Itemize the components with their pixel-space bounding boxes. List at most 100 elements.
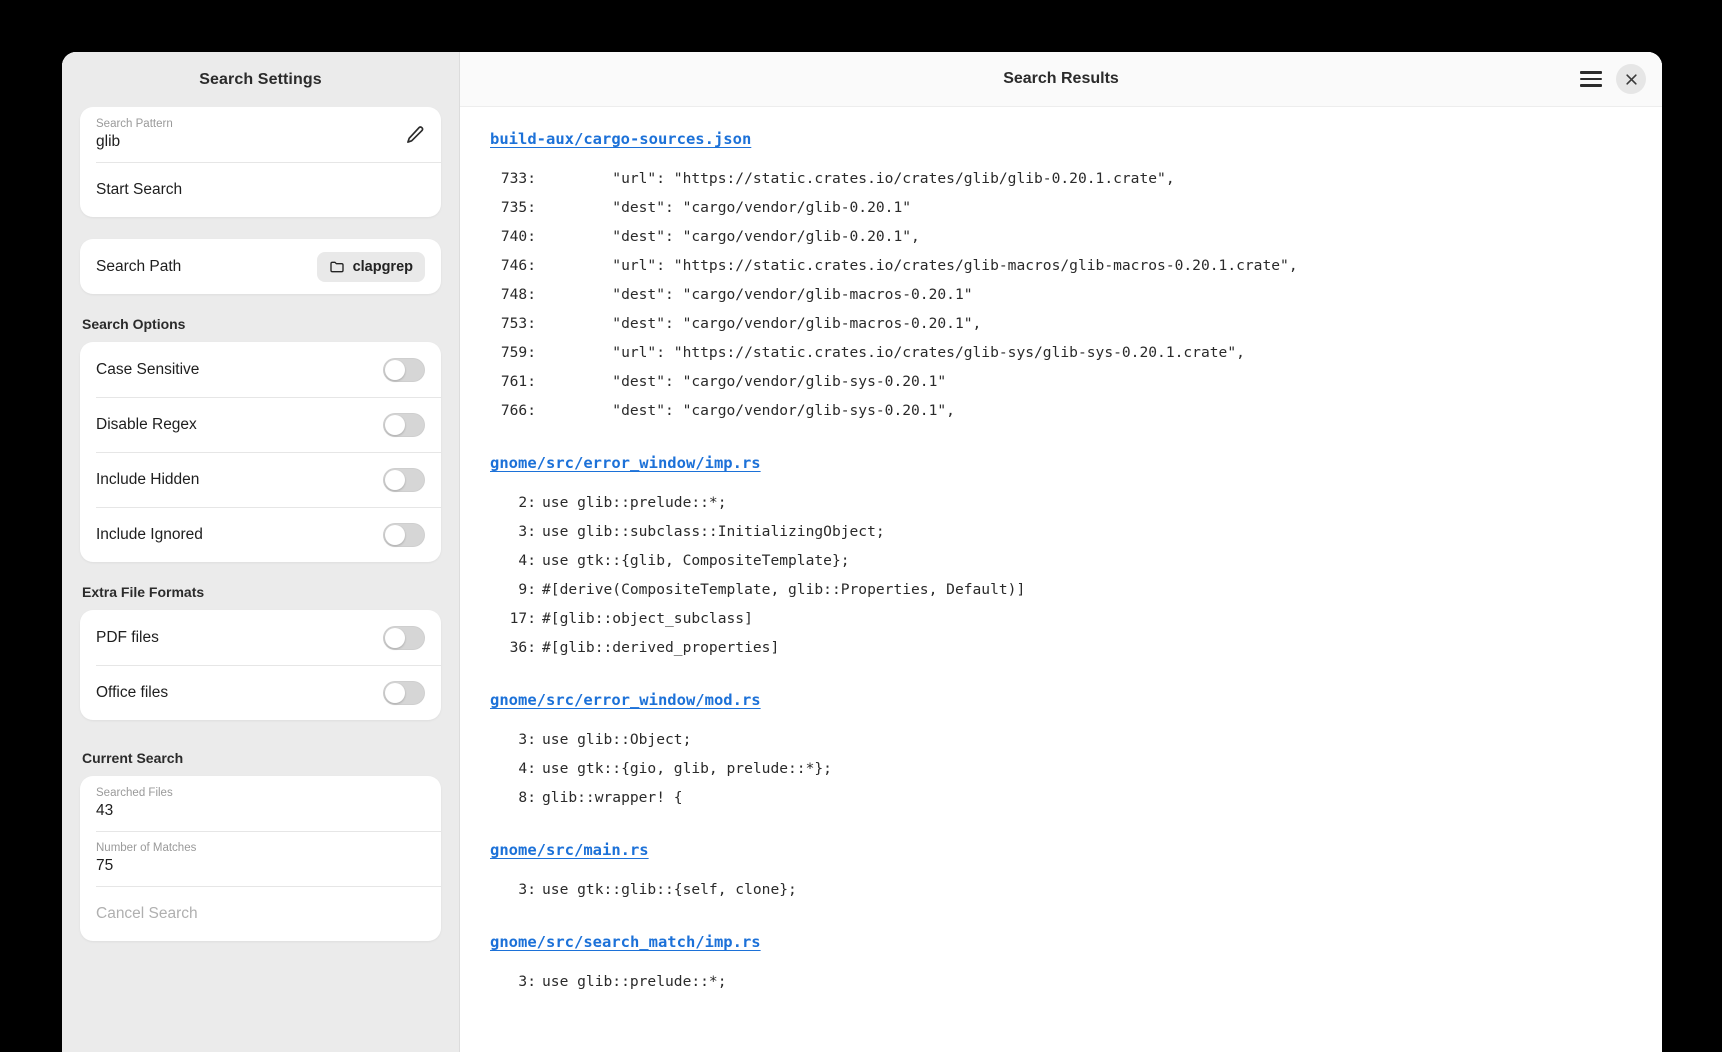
match-line[interactable]: 17: #[glib::object_subclass] (460, 604, 1662, 633)
option-pdf-files[interactable]: PDF files (80, 610, 441, 665)
line-text: use gtk::{glib, CompositeTemplate}; (542, 552, 850, 569)
search-pattern-field[interactable]: Search Pattern glib (96, 117, 405, 152)
hamburger-bar (1580, 77, 1602, 81)
option-include-hidden[interactable]: Include Hidden (80, 452, 441, 507)
match-line[interactable]: 3: use gtk::glib::{self, clone}; (460, 875, 1662, 904)
searched-files-field: Searched Files 43 (96, 786, 425, 821)
option-label: PDF files (96, 628, 159, 646)
line-number: 3: (518, 523, 536, 540)
match-list: 3: use gtk::glib::{self, clone}; (460, 875, 1662, 904)
match-line[interactable]: 753: "dest": "cargo/vendor/glib-macros-0… (460, 309, 1662, 338)
match-line[interactable]: 748: "dest": "cargo/vendor/glib-macros-0… (460, 280, 1662, 309)
disable-regex-toggle[interactable] (383, 412, 425, 437)
match-line[interactable]: 746: "url": "https://static.crates.io/cr… (460, 251, 1662, 280)
toggle-knob (385, 359, 405, 380)
file-path-link[interactable]: gnome/src/search_match/imp.rs (490, 933, 761, 951)
option-include-ignored[interactable]: Include Ignored (80, 507, 441, 562)
match-line[interactable]: 4: use gtk::{glib, CompositeTemplate}; (460, 546, 1662, 575)
line-text: "url": "https://static.crates.io/crates/… (542, 170, 1175, 187)
file-result-group: gnome/src/error_window/mod.rs 3: use glib:… (460, 690, 1662, 812)
file-path-link[interactable]: gnome/src/main.rs (490, 841, 649, 859)
file-result-group: gnome/src/error_window/imp.rs 2: use glib:… (460, 453, 1662, 662)
include-hidden-toggle[interactable] (383, 467, 425, 492)
match-line[interactable]: 761: "dest": "cargo/vendor/glib-sys-0.20… (460, 367, 1662, 396)
cancel-search-label: Cancel Search (96, 904, 198, 922)
search-options-title: Search Options (82, 316, 186, 332)
search-path-label: Search Path (96, 257, 182, 275)
toggle-knob (385, 469, 405, 490)
line-text: use glib::prelude::*; (542, 973, 727, 990)
match-line[interactable]: 3: use glib::subclass::InitializingObject… (460, 517, 1662, 546)
option-disable-regex[interactable]: Disable Regex (80, 397, 441, 452)
match-list: 733: "url": "https://static.crates.io/cr… (460, 164, 1662, 425)
case-sensitive-toggle[interactable] (383, 357, 425, 382)
line-text: use glib::Object; (542, 731, 692, 748)
pdf-files-toggle[interactable] (383, 625, 425, 650)
match-line[interactable]: 733: "url": "https://static.crates.io/cr… (460, 164, 1662, 193)
file-result-group: build-aux/cargo-sources.json 733: "url": … (460, 129, 1662, 425)
number-of-matches-value: 75 (96, 857, 114, 874)
match-line[interactable]: 4: use gtk::{gio, glib, prelude::*}; (460, 754, 1662, 783)
number-of-matches-label: Number of Matches (96, 842, 197, 854)
option-label: Case Sensitive (96, 360, 200, 378)
search-pattern-row[interactable]: Search Pattern glib (80, 107, 441, 162)
line-number: 3: (518, 731, 536, 748)
option-case-sensitive[interactable]: Case Sensitive (80, 342, 441, 397)
match-line[interactable]: 9: #[derive(CompositeTemplate, glib::Prop… (460, 575, 1662, 604)
match-line[interactable]: 735: "dest": "cargo/vendor/glib-0.20.1" (460, 193, 1662, 222)
match-list: 3: use glib::prelude::*; (460, 967, 1662, 996)
line-text: #[glib::object_subclass] (542, 610, 753, 627)
file-path-link[interactable]: gnome/src/error_window/imp.rs (490, 454, 761, 472)
line-number: 761: (500, 373, 536, 390)
content-header: Search Results (460, 52, 1662, 107)
line-text: glib::wrapper! { (542, 789, 683, 806)
line-number: 735: (500, 199, 536, 216)
file-path-link[interactable]: gnome/src/error_window/mod.rs (490, 691, 761, 709)
toggle-knob (385, 414, 405, 435)
match-line[interactable]: 3: use glib::Object; (460, 725, 1662, 754)
application-window: Search Settings Search Pattern glib Star… (62, 52, 1662, 1052)
cancel-search-button[interactable]: Cancel Search (80, 886, 441, 941)
match-line[interactable]: 740: "dest": "cargo/vendor/glib-0.20.1", (460, 222, 1662, 251)
line-number: 4: (518, 552, 536, 569)
extra-file-formats-card: PDF files Office files (80, 610, 441, 720)
results-list[interactable]: build-aux/cargo-sources.json 733: "url": … (460, 107, 1662, 1052)
extra-file-formats-title: Extra File Formats (82, 584, 205, 600)
line-number: 3: (518, 881, 536, 898)
file-result-group: gnome/src/main.rs3: use gtk::glib::{self,… (460, 840, 1662, 904)
pencil-icon[interactable] (405, 125, 425, 145)
toggle-knob (385, 524, 405, 545)
toggle-knob (385, 627, 405, 648)
file-path-link[interactable]: build-aux/cargo-sources.json (490, 130, 751, 148)
match-line[interactable]: 2: use glib::prelude::*; (460, 488, 1662, 517)
office-files-toggle[interactable] (383, 680, 425, 705)
line-text: "dest": "cargo/vendor/glib-sys-0.20.1" (542, 373, 947, 390)
file-result-group: gnome/src/search_match/imp.rs 3: use glib:… (460, 932, 1662, 996)
line-text: "dest": "cargo/vendor/glib-macros-0.20.1… (542, 286, 973, 303)
line-number: 8: (518, 789, 536, 806)
searched-files-row: Searched Files 43 (80, 776, 441, 831)
line-text: "dest": "cargo/vendor/glib-sys-0.20.1", (542, 402, 955, 419)
match-line[interactable]: 759: "url": "https://static.crates.io/cr… (460, 338, 1662, 367)
search-pattern-value: glib (96, 133, 121, 150)
line-text: #[glib::derived_properties] (542, 639, 780, 656)
option-label: Include Ignored (96, 525, 203, 543)
search-path-value: clapgrep (352, 258, 413, 275)
search-path-row[interactable]: Search Path clapgrep (80, 239, 441, 294)
match-line[interactable]: 8: glib::wrapper! { (460, 783, 1662, 812)
start-search-button[interactable]: Start Search (80, 162, 441, 217)
line-number: 3: (518, 973, 536, 990)
include-ignored-toggle[interactable] (383, 522, 425, 547)
search-options-card: Case Sensitive Disable Regex Include Hid… (80, 342, 441, 562)
option-office-files[interactable]: Office files (80, 665, 441, 720)
header-actions (1580, 64, 1646, 94)
line-number: 17: (509, 610, 536, 627)
searched-files-label: Searched Files (96, 787, 173, 799)
hamburger-menu-icon[interactable] (1580, 71, 1602, 87)
close-button[interactable] (1616, 64, 1646, 94)
match-line[interactable]: 766: "dest": "cargo/vendor/glib-sys-0.20… (460, 396, 1662, 425)
line-number: 4: (518, 760, 536, 777)
search-path-button[interactable]: clapgrep (316, 251, 425, 282)
match-line[interactable]: 3: use glib::prelude::*; (460, 967, 1662, 996)
match-line[interactable]: 36: #[glib::derived_properties] (460, 633, 1662, 662)
